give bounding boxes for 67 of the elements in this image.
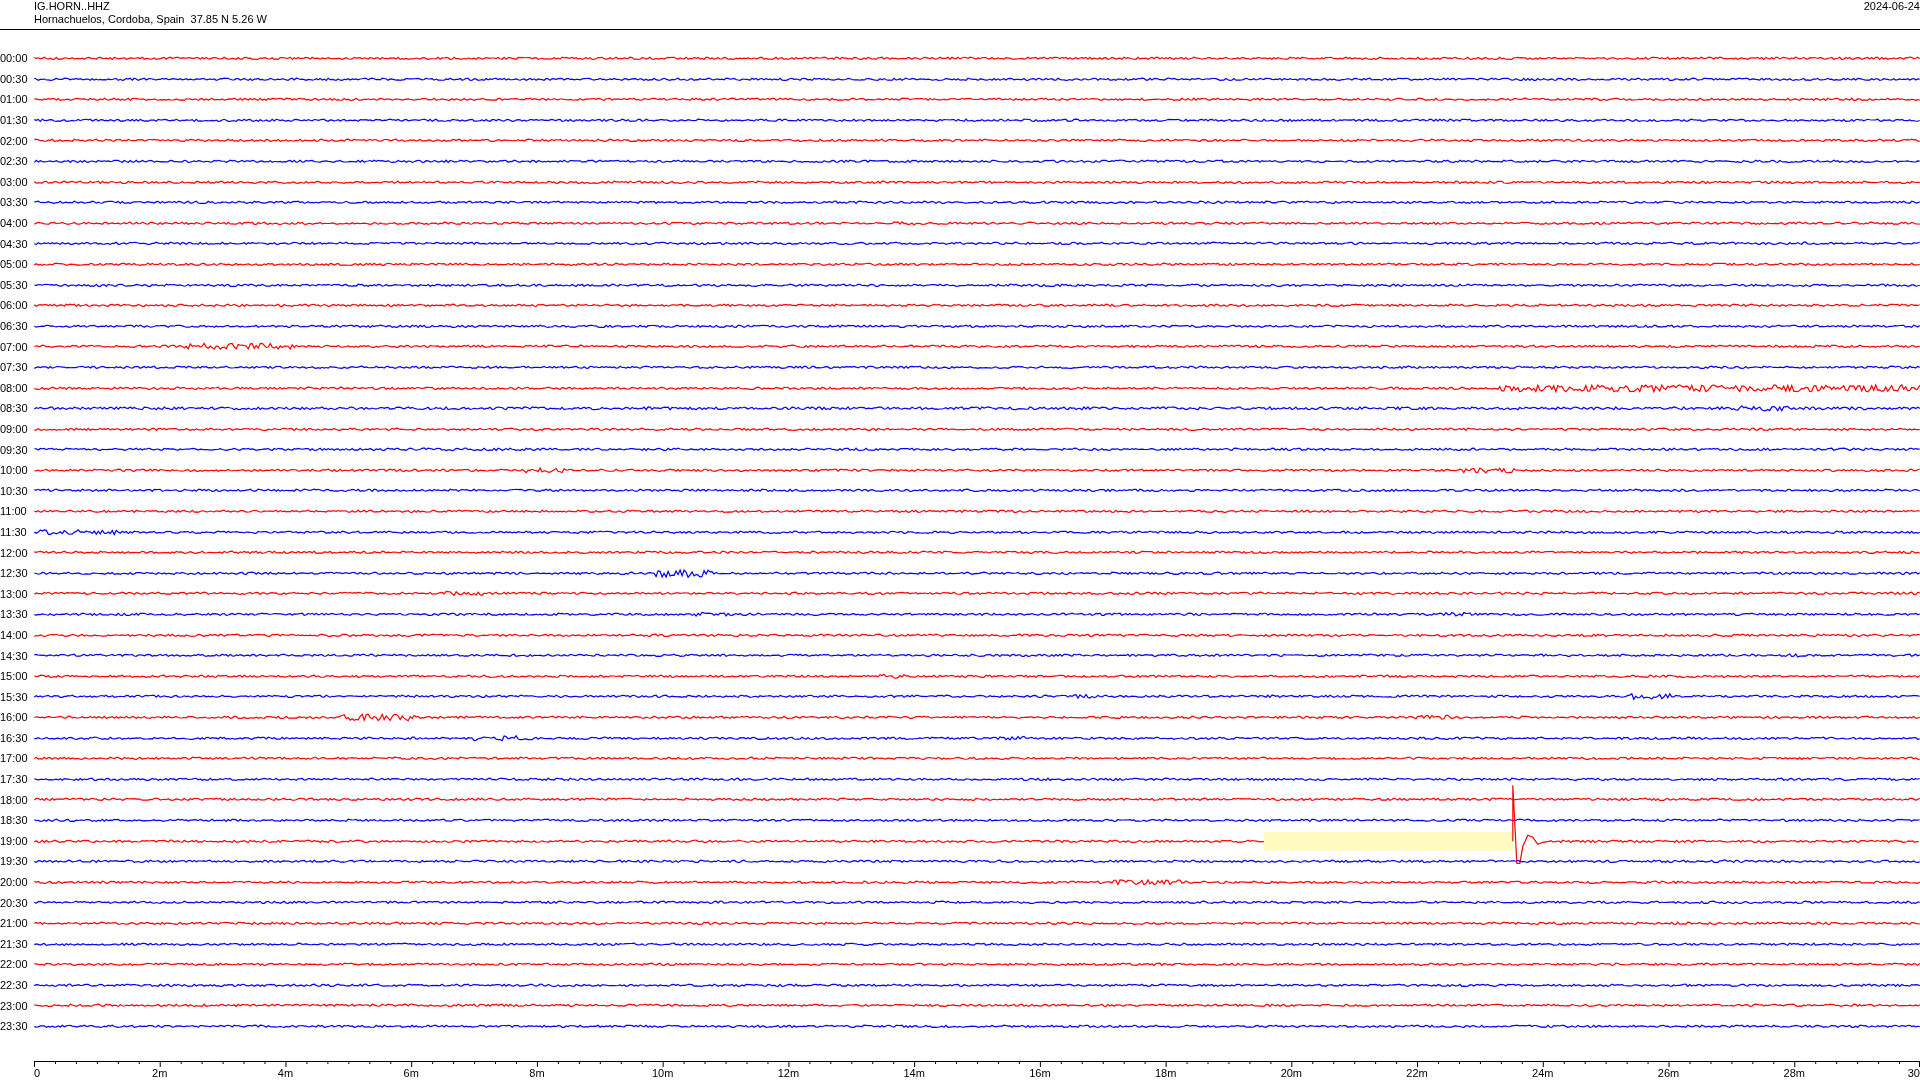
time-label: 06:00 [0, 299, 29, 312]
time-label: 16:30 [0, 731, 29, 744]
time-label: 12:00 [0, 546, 29, 559]
time-label: 09:30 [0, 443, 29, 456]
time-label: 15:30 [0, 690, 29, 703]
time-label: 21:30 [0, 937, 29, 950]
time-label: 23:30 [0, 1020, 29, 1033]
time-label: 11:00 [0, 505, 28, 518]
time-label: 06:30 [0, 320, 29, 332]
time-label: 03:00 [0, 175, 29, 188]
time-label: 02:00 [0, 134, 29, 147]
time-label: 04:30 [0, 237, 29, 250]
time-label: 10:00 [0, 464, 29, 477]
time-label: 01:00 [0, 93, 29, 106]
axis-tick-label: 24m [1532, 1066, 1554, 1079]
time-label: 02:30 [0, 155, 29, 168]
axis-tick-label: 12m [777, 1066, 800, 1079]
station-location: Hornachuelos, Cordoba, Spain 37.85 N 5.26 W [34, 13, 267, 26]
time-label: 08:30 [0, 402, 29, 415]
time-label: 11:30 [0, 525, 28, 538]
time-label: 13:00 [0, 587, 29, 600]
time-label: 13:30 [0, 608, 29, 621]
axis-tick-label: 4m [277, 1066, 294, 1079]
axis-tick-label: 30 [1907, 1066, 1920, 1079]
time-label: 03:30 [0, 196, 29, 209]
axis-tick-label: 22m [1406, 1066, 1428, 1079]
station-code: IG.HORN..HHZ [34, 0, 111, 13]
axis-tick-label: 20m [1280, 1066, 1303, 1079]
time-label: 10:30 [0, 484, 29, 497]
time-label: 01:30 [0, 114, 29, 127]
time-label: 16:00 [0, 711, 29, 724]
time-label: 12:30 [0, 567, 29, 580]
time-label: 04:00 [0, 217, 29, 230]
axis-tick-label: 0 [34, 1066, 41, 1079]
axis-tick-label: 2m [152, 1066, 168, 1079]
time-label: 09:00 [0, 423, 29, 435]
axis-tick-label: 18m [1154, 1066, 1177, 1079]
time-label: 15:00 [0, 670, 29, 683]
time-label: 22:30 [0, 979, 29, 991]
time-label: 00:30 [0, 72, 29, 85]
time-label: 20:30 [0, 896, 29, 909]
time-label: 22:00 [0, 958, 29, 971]
time-label: 23:00 [0, 999, 29, 1012]
axis-tick-label: 26m [1657, 1066, 1680, 1079]
time-label: 19:00 [0, 834, 29, 847]
time-label: 19:30 [0, 855, 29, 868]
plot-date: 2024-06-24 [1863, 0, 1920, 13]
axis-tick-label: 10m [651, 1066, 674, 1079]
time-label: 18:30 [0, 814, 29, 827]
axis-tick-label: 16m [1029, 1066, 1051, 1079]
axis-tick-label: 14m [903, 1066, 925, 1079]
time-label: 00:00 [0, 52, 29, 65]
axis-tick-label: 6m [403, 1066, 419, 1079]
time-label: 17:30 [0, 773, 29, 786]
time-label: 17:00 [0, 752, 29, 765]
time-label: 14:30 [0, 649, 29, 662]
time-label: 08:00 [0, 381, 29, 394]
time-label: 20:00 [0, 876, 29, 889]
time-label: 07:30 [0, 361, 29, 374]
time-label: 18:00 [0, 793, 29, 806]
time-label: 21:00 [0, 917, 29, 930]
axis-tick-label: 28m [1783, 1066, 1805, 1079]
time-label: 05:30 [0, 278, 29, 291]
time-label: 14:00 [0, 628, 29, 641]
axis-tick-label: 8m [529, 1066, 545, 1079]
time-label: 05:00 [0, 258, 29, 271]
time-label: 07:00 [0, 340, 29, 353]
